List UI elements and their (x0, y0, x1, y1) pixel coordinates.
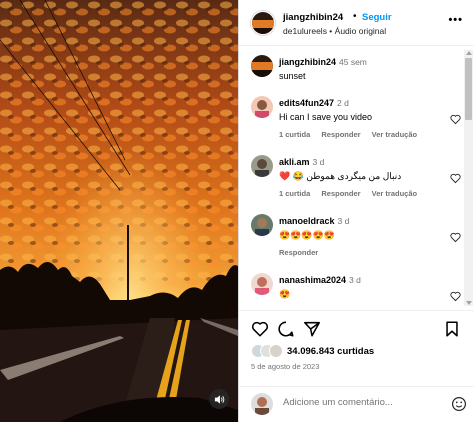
comment-text: Hi can I save you video (279, 112, 373, 122)
likes-count[interactable]: 34.096.843 curtidas (287, 346, 374, 357)
comment-likes[interactable]: 1 curtida (279, 130, 310, 139)
caption-avatar[interactable] (251, 55, 273, 77)
post-side-panel: jiangzhibin24 • Seguir de1ulureels • Áud… (238, 0, 474, 422)
translate-button[interactable]: Ver tradução (372, 130, 417, 139)
comments-scrollbar[interactable] (464, 50, 473, 306)
reply-button[interactable]: Responder (321, 130, 360, 139)
heart-icon[interactable] (251, 320, 269, 338)
sunset-image (0, 0, 238, 422)
liker-avatar (269, 344, 283, 358)
scroll-up-arrow[interactable] (466, 51, 472, 55)
comment-time[interactable]: 3 d (349, 275, 361, 285)
post-actions: 34.096.843 curtidas 5 de agosto de 2023 (239, 310, 474, 388)
heart-icon[interactable] (450, 114, 461, 125)
commenter-avatar[interactable] (251, 273, 273, 295)
emoji-icon[interactable] (451, 396, 467, 412)
comment-text: 😍😍😍😍😍 (279, 230, 336, 240)
comment-item: edits4fun247 2 d Hi can I save you video … (251, 96, 461, 142)
current-user-avatar (251, 393, 273, 415)
heart-icon[interactable] (450, 232, 461, 243)
volume-button[interactable] (209, 389, 229, 409)
separator-dot: • (353, 11, 357, 22)
comment-likes[interactable]: 1 curtida (279, 189, 310, 198)
scroll-thumb[interactable] (465, 58, 472, 120)
caption: jiangzhibin24 45 sem sunset (251, 55, 461, 89)
comment-username[interactable]: manoeldrack (279, 216, 335, 226)
commenter-avatar[interactable] (251, 96, 273, 118)
comment-item: akli.am 3 d ❤️ 😂 دنبال من میگردی هموطن 1 … (251, 155, 461, 201)
caption-text: sunset (279, 71, 306, 81)
post-header: jiangzhibin24 • Seguir de1ulureels • Áud… (239, 0, 474, 46)
comment-text: ❤️ 😂 دنبال من میگردی هموطن (279, 171, 402, 181)
author-avatar[interactable] (251, 11, 275, 35)
comment-username[interactable]: nanashima2024 (279, 275, 346, 285)
add-comment-row (239, 386, 474, 422)
heart-icon[interactable] (450, 173, 461, 184)
more-icon[interactable]: ••• (448, 14, 463, 26)
comment-item: nanashima2024 3 d 😍 (251, 273, 461, 309)
post-video[interactable] (0, 0, 238, 422)
comment-time[interactable]: 3 d (338, 216, 350, 226)
likes-summary[interactable]: 34.096.843 curtidas (251, 344, 374, 358)
follow-button[interactable]: Seguir (362, 12, 392, 23)
comment-time[interactable]: 3 d (313, 157, 325, 167)
bookmark-icon[interactable] (443, 320, 461, 338)
author-username[interactable]: jiangzhibin24 (283, 12, 343, 23)
comment-item: manoeldrack 3 d 😍😍😍😍😍 Responder (251, 214, 461, 260)
post-date[interactable]: 5 de agosto de 2023 (251, 362, 319, 371)
translate-button[interactable]: Ver tradução (372, 189, 417, 198)
volume-icon (214, 394, 224, 404)
comment-input[interactable] (283, 397, 423, 408)
comment-username[interactable]: edits4fun247 (279, 98, 334, 108)
commenter-avatar[interactable] (251, 155, 273, 177)
heart-icon[interactable] (450, 291, 461, 302)
comment-username[interactable]: akli.am (279, 157, 310, 167)
comment-time[interactable]: 2 d (337, 98, 349, 108)
reply-button[interactable]: Responder (279, 248, 318, 257)
comment-icon[interactable] (277, 320, 295, 338)
caption-time[interactable]: 45 sem (339, 57, 367, 67)
instagram-post-modal: jiangzhibin24 • Seguir de1ulureels • Áud… (0, 0, 474, 422)
scroll-down-arrow[interactable] (466, 301, 472, 305)
share-icon[interactable] (303, 320, 321, 338)
comment-text: 😍 (279, 289, 291, 299)
commenter-avatar[interactable] (251, 214, 273, 236)
audio-subtitle[interactable]: de1ulureels • Áudio original (283, 26, 386, 36)
comments-list[interactable]: jiangzhibin24 45 sem sunset edits4fun247 2… (239, 47, 474, 309)
caption-username[interactable]: jiangzhibin24 (279, 57, 336, 67)
reply-button[interactable]: Responder (321, 189, 360, 198)
